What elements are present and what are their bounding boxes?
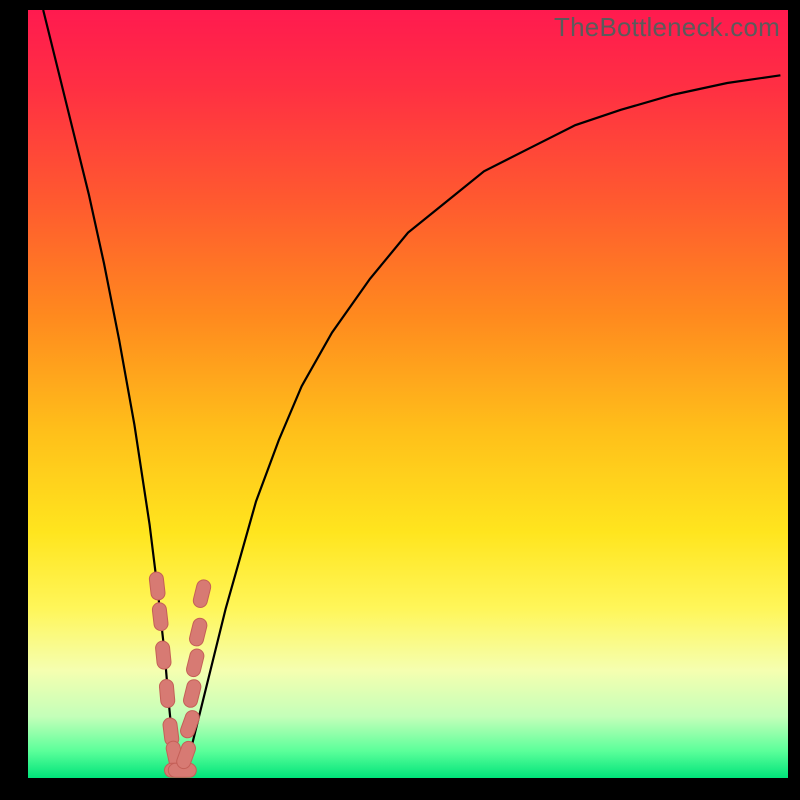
chart-svg <box>28 10 788 778</box>
plot-area <box>28 10 788 778</box>
gradient-background <box>28 10 788 778</box>
marker-capsule <box>159 679 175 708</box>
watermark-text: TheBottleneck.com <box>554 12 780 43</box>
marker-capsule <box>155 640 172 669</box>
chart-frame: TheBottleneck.com <box>0 0 800 800</box>
